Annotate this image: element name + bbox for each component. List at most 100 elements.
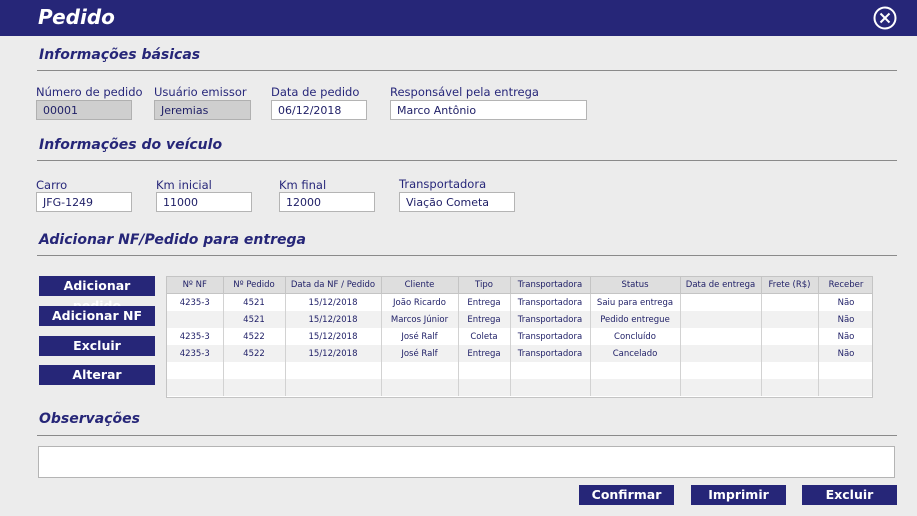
column-header[interactable]: Nº NF [167,277,224,294]
print-button[interactable]: Imprimir [691,485,786,505]
table-cell: 15/12/2018 [285,345,382,362]
column-header[interactable]: Tipo [458,277,511,294]
table-cell: Saiu para entrega [590,293,681,311]
table-cell: 4522 [223,345,286,362]
table-cell [285,379,382,396]
table-row[interactable]: 4235-3 4522 15/12/2018 José Ralf Entrega… [167,345,872,362]
table-header-row: Nº NF Nº Pedido Data da NF / Pedido Clie… [167,277,872,294]
table-cell: José Ralf [381,345,459,362]
table-cell: Coleta [458,328,511,345]
table-cell [761,293,819,311]
carrier-field[interactable]: Viação Cometa [399,192,515,212]
table-cell [590,362,681,379]
section-add-title: Adicionar NF/Pedido para entrega [39,232,306,248]
km-start-field[interactable]: 11000 [156,192,252,212]
table-cell: 15/12/2018 [285,311,382,328]
table-cell: Entrega [458,345,511,362]
table-row[interactable] [167,379,872,396]
car-label: Carro [36,178,68,192]
column-header[interactable]: Cliente [381,277,459,294]
column-header[interactable]: Frete (R$) [761,277,819,294]
table-cell [167,311,224,328]
issuer-user-label: Usuário emissor [154,85,247,99]
table-cell: 15/12/2018 [285,293,382,311]
km-end-label: Km final [279,178,327,192]
table-cell: José Ralf [381,328,459,345]
table-cell: Pedido entregue [590,311,681,328]
table-cell: Entrega [458,293,511,311]
table-cell [381,379,459,396]
order-date-label: Data de pedido [271,85,360,99]
orders-table[interactable]: Nº NF Nº Pedido Data da NF / Pedido Clie… [166,276,873,398]
column-header[interactable]: Status [590,277,681,294]
table-cell: Cancelado [590,345,681,362]
delete-entry-button[interactable]: Excluir [39,336,155,356]
km-end-field[interactable]: 12000 [279,192,375,212]
table-cell: Não [818,293,872,311]
table-cell [680,345,762,362]
table-cell: 4235-3 [167,345,224,362]
divider [37,435,897,436]
table-cell: Não [818,311,872,328]
table-cell: Marcos Júnior [381,311,459,328]
table-cell [680,328,762,345]
table-row[interactable]: 4235-3 4522 15/12/2018 José Ralf Coleta … [167,328,872,345]
order-date-field[interactable]: 06/12/2018 [271,100,367,120]
table-cell: 4522 [223,328,286,345]
table-cell: Entrega [458,311,511,328]
issuer-user-field: Jeremias [154,100,251,120]
table-cell [761,311,819,328]
table-row[interactable] [167,362,872,379]
table-row[interactable]: 4521 15/12/2018 Marcos Júnior Entrega Tr… [167,311,872,328]
confirm-button[interactable]: Confirmar [579,485,674,505]
table-cell [285,362,382,379]
table-cell: Transportadora [510,311,591,328]
table-cell [680,362,762,379]
table-row[interactable]: 4235-3 4521 15/12/2018 João Ricardo Entr… [167,293,872,311]
table-cell [167,379,224,396]
section-notes-title: Observações [39,411,140,427]
car-field[interactable]: JFG-1249 [36,192,132,212]
column-header[interactable]: Nº Pedido [223,277,286,294]
table-cell [680,379,762,396]
table-cell: João Ricardo [381,293,459,311]
km-start-label: Km inicial [156,178,212,192]
notes-textarea[interactable] [38,446,895,478]
add-nf-button[interactable]: Adicionar NF [39,306,155,326]
delivery-responsible-label: Responsável pela entrega [390,85,539,99]
table-cell: 4235-3 [167,328,224,345]
delivery-responsible-field[interactable]: Marco Antônio [390,100,587,120]
order-number-label: Número de pedido [36,85,143,99]
divider [37,160,897,161]
carrier-label: Transportadora [399,177,487,191]
order-number-field: 00001 [36,100,132,120]
table-cell: Transportadora [510,293,591,311]
table-cell [510,379,591,396]
edit-entry-button[interactable]: Alterar [39,365,155,385]
table-cell [458,362,511,379]
table-cell [680,293,762,311]
table-cell [761,328,819,345]
table-cell: 15/12/2018 [285,328,382,345]
table-cell [818,362,872,379]
divider [37,70,897,71]
close-icon[interactable] [873,6,897,30]
table-cell: Transportadora [510,328,591,345]
delete-order-button[interactable]: Excluir [802,485,897,505]
table-cell [167,362,224,379]
table-cell [761,362,819,379]
column-header[interactable]: Data da NF / Pedido [285,277,382,294]
column-header[interactable]: Transportadora [510,277,591,294]
section-basic-title: Informações básicas [39,47,201,63]
divider [37,255,897,256]
column-header[interactable]: Data de entrega [680,277,762,294]
table-cell [223,362,286,379]
section-vehicle-title: Informações do veículo [39,137,223,153]
table-cell [510,362,591,379]
column-header[interactable]: Receber [818,277,872,294]
add-order-button[interactable]: Adicionar pedido [39,276,155,313]
table-cell: 4521 [223,293,286,311]
table-cell [680,311,762,328]
table-cell: Não [818,328,872,345]
table-cell [590,379,681,396]
